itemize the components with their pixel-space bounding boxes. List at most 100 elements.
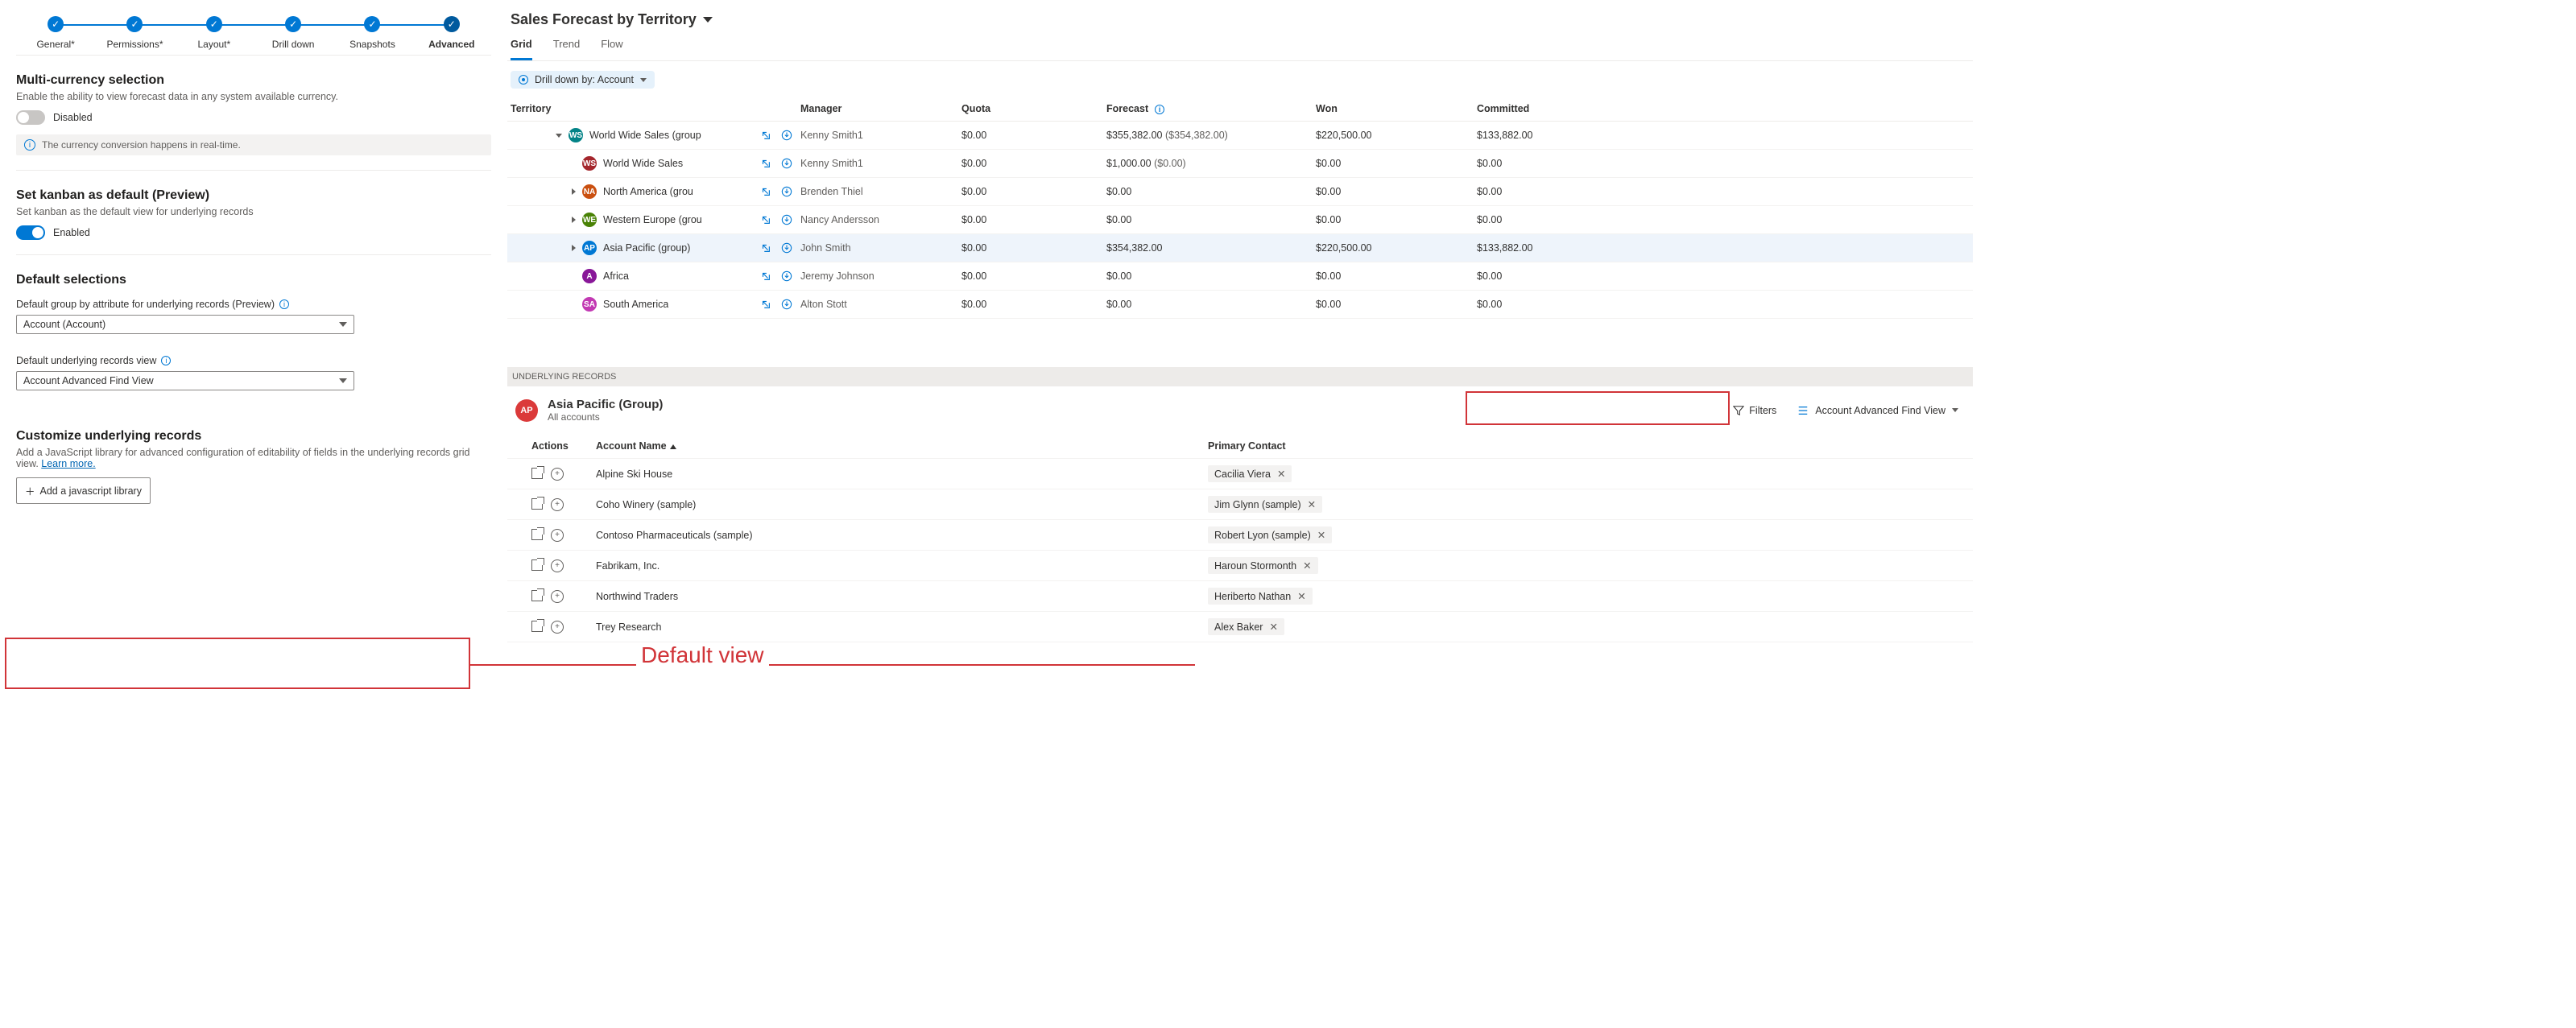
- account-name[interactable]: Coho Winery (sample): [596, 499, 1208, 510]
- chevron-right-icon[interactable]: [572, 217, 576, 223]
- table-row[interactable]: + Contoso Pharmaceuticals (sample)Robert …: [507, 520, 1973, 551]
- table-row[interactable]: + Fabrikam, Inc.Haroun Stormonth✕: [507, 551, 1973, 581]
- wizard-stepper: ✓ General* ✓ Permissions* ✓ Layout* ✓ Dr…: [16, 0, 491, 56]
- add-icon[interactable]: +: [551, 498, 564, 511]
- download-icon[interactable]: [781, 130, 792, 141]
- download-icon[interactable]: [781, 158, 792, 169]
- tab-grid[interactable]: Grid: [511, 38, 532, 60]
- step-snapshots[interactable]: ✓ Snapshots: [333, 16, 411, 50]
- grid-row[interactable]: NANorth America (grou Brenden Thiel$0.00…: [507, 178, 1973, 206]
- tab-flow[interactable]: Flow: [601, 38, 622, 60]
- col-forecast[interactable]: Forecasti: [1106, 103, 1316, 114]
- add-icon[interactable]: +: [551, 590, 564, 603]
- col-actions[interactable]: Actions: [531, 440, 596, 452]
- add-icon[interactable]: +: [551, 621, 564, 634]
- section-title: Default selections: [16, 273, 491, 287]
- col-contact[interactable]: Primary Contact: [1208, 440, 1852, 452]
- contact-tag[interactable]: Cacilia Viera✕: [1208, 465, 1292, 482]
- grid-row[interactable]: WEWestern Europe (grou Nancy Andersson$0…: [507, 206, 1973, 234]
- close-icon[interactable]: ✕: [1269, 621, 1277, 633]
- drilldown-pill[interactable]: Drill down by: Account: [511, 71, 655, 89]
- contact-tag[interactable]: Robert Lyon (sample)✕: [1208, 526, 1332, 543]
- contact-tag[interactable]: Jim Glynn (sample)✕: [1208, 496, 1322, 513]
- open-icon[interactable]: [531, 590, 543, 601]
- share-icon[interactable]: [760, 130, 771, 141]
- share-icon[interactable]: [760, 299, 771, 310]
- grid-row[interactable]: AAfrica Jeremy Johnson$0.00$0.00$0.00$0.…: [507, 262, 1973, 291]
- share-icon[interactable]: [760, 242, 771, 254]
- add-js-button[interactable]: ＋ Add a javascript library: [16, 477, 151, 504]
- info-bar: i The currency conversion happens in rea…: [16, 134, 491, 155]
- open-icon[interactable]: [531, 621, 543, 632]
- actions-cell: +: [531, 529, 596, 542]
- close-icon[interactable]: ✕: [1277, 468, 1285, 480]
- table-row[interactable]: + Northwind TradersHeriberto Nathan✕: [507, 581, 1973, 612]
- groupby-select[interactable]: Account (Account): [16, 315, 354, 334]
- col-manager[interactable]: Manager: [800, 103, 961, 114]
- col-quota[interactable]: Quota: [961, 103, 1106, 114]
- table-row[interactable]: + Alpine Ski HouseCacilia Viera✕: [507, 459, 1973, 489]
- download-icon[interactable]: [781, 242, 792, 254]
- step-permissions[interactable]: ✓ Permissions*: [95, 16, 174, 50]
- learn-more-link[interactable]: Learn more.: [41, 458, 95, 469]
- download-icon[interactable]: [781, 186, 792, 197]
- close-icon[interactable]: ✕: [1308, 498, 1316, 510]
- table-row[interactable]: + Coho Winery (sample)Jim Glynn (sample)✕: [507, 489, 1973, 520]
- share-icon[interactable]: [760, 270, 771, 282]
- view-dropdown[interactable]: Account Advanced Find View: [1791, 402, 1965, 419]
- grid-row[interactable]: WSWorld Wide Sales Kenny Smith1$0.00$1,0…: [507, 150, 1973, 178]
- download-icon[interactable]: [781, 214, 792, 225]
- open-icon[interactable]: [531, 559, 543, 571]
- chevron-down-icon[interactable]: [556, 134, 562, 138]
- download-icon[interactable]: [781, 270, 792, 282]
- step-layout[interactable]: ✓ Layout*: [175, 16, 254, 50]
- col-account[interactable]: Account Name: [596, 440, 1208, 452]
- info-icon[interactable]: i: [279, 299, 289, 309]
- open-icon[interactable]: [531, 498, 543, 510]
- annotation-text: Default view: [636, 642, 769, 668]
- view-select[interactable]: Account Advanced Find View: [16, 371, 354, 390]
- add-icon[interactable]: +: [551, 559, 564, 572]
- col-won[interactable]: Won: [1316, 103, 1477, 114]
- grid-row[interactable]: APAsia Pacific (group) John Smith$0.00$3…: [507, 234, 1973, 262]
- info-icon[interactable]: i: [161, 356, 171, 365]
- contact-tag[interactable]: Alex Baker✕: [1208, 618, 1284, 635]
- account-name[interactable]: Contoso Pharmaceuticals (sample): [596, 530, 1208, 541]
- open-icon[interactable]: [531, 468, 543, 479]
- tab-trend[interactable]: Trend: [553, 38, 580, 60]
- contact-tag[interactable]: Heriberto Nathan✕: [1208, 588, 1313, 605]
- close-icon[interactable]: ✕: [1317, 529, 1325, 541]
- quota-cell: $0.00: [961, 242, 1106, 254]
- filters-button[interactable]: Filters: [1733, 405, 1776, 416]
- account-name[interactable]: Fabrikam, Inc.: [596, 560, 1208, 572]
- chevron-right-icon[interactable]: [572, 188, 576, 195]
- contact-tag[interactable]: Haroun Stormonth✕: [1208, 557, 1318, 574]
- multicurrency-toggle[interactable]: [16, 110, 45, 125]
- info-icon[interactable]: i: [1155, 105, 1164, 114]
- grid-row[interactable]: WSWorld Wide Sales (group Kenny Smith1$0…: [507, 122, 1973, 150]
- close-icon[interactable]: ✕: [1303, 559, 1311, 572]
- share-icon[interactable]: [760, 214, 771, 225]
- close-icon[interactable]: ✕: [1297, 590, 1305, 602]
- account-name[interactable]: Northwind Traders: [596, 591, 1208, 602]
- chevron-right-icon[interactable]: [572, 245, 576, 251]
- open-icon[interactable]: [531, 529, 543, 540]
- chevron-down-icon[interactable]: [703, 17, 713, 23]
- account-name[interactable]: Trey Research: [596, 621, 1208, 633]
- download-icon[interactable]: [781, 299, 792, 310]
- add-icon[interactable]: +: [551, 468, 564, 481]
- add-icon[interactable]: +: [551, 529, 564, 542]
- share-icon[interactable]: [760, 186, 771, 197]
- kanban-toggle[interactable]: [16, 225, 45, 240]
- step-general[interactable]: ✓ General*: [16, 16, 95, 50]
- account-name[interactable]: Alpine Ski House: [596, 469, 1208, 480]
- step-drilldown[interactable]: ✓ Drill down: [254, 16, 333, 50]
- col-territory[interactable]: Territory: [511, 103, 800, 114]
- territory-cell: WSWorld Wide Sales (group: [511, 128, 701, 142]
- table-row[interactable]: + Trey ResearchAlex Baker✕: [507, 612, 1973, 642]
- col-committed[interactable]: Committed: [1477, 103, 1718, 114]
- grid-row[interactable]: SASouth America Alton Stott$0.00$0.00$0.…: [507, 291, 1973, 319]
- step-advanced[interactable]: ✓ Advanced: [412, 16, 491, 50]
- committed-cell: $133,882.00: [1477, 242, 1718, 254]
- share-icon[interactable]: [760, 158, 771, 169]
